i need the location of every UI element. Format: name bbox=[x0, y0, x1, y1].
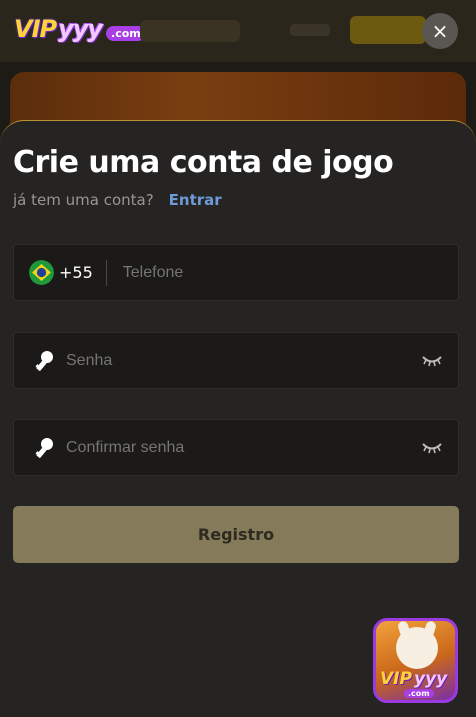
close-button[interactable]: × bbox=[422, 13, 458, 49]
password-input[interactable] bbox=[64, 350, 275, 371]
register-button[interactable]: Registro bbox=[13, 506, 459, 563]
login-prompt-row: já tem uma conta? Entrar bbox=[13, 191, 222, 209]
field-divider bbox=[105, 259, 107, 286]
site-logo: VIP yyy .com bbox=[14, 14, 146, 44]
phone-input[interactable] bbox=[120, 262, 332, 283]
key-icon bbox=[33, 350, 55, 372]
eye-closed-icon[interactable] bbox=[422, 353, 442, 367]
key-icon bbox=[33, 437, 55, 459]
app-icon-vip-text: VIP bbox=[380, 669, 412, 689]
phone-field[interactable]: +55 bbox=[13, 244, 459, 301]
app-icon-com-badge: .com bbox=[404, 689, 434, 698]
logo-vip-text: VIP bbox=[14, 15, 57, 43]
app-icon-yyy-text: yyy bbox=[414, 669, 448, 689]
app-download-icon[interactable]: VIP yyy .com bbox=[373, 618, 458, 703]
background-blur-element bbox=[140, 20, 240, 42]
background-blur-element bbox=[290, 24, 330, 36]
brazil-flag-icon[interactable] bbox=[29, 260, 54, 285]
confirm-password-field[interactable] bbox=[13, 419, 459, 476]
confirm-password-input[interactable] bbox=[64, 437, 275, 458]
country-code[interactable]: +55 bbox=[59, 263, 93, 282]
login-link[interactable]: Entrar bbox=[169, 191, 222, 209]
password-field[interactable] bbox=[13, 332, 459, 389]
login-prompt-text: já tem uma conta? bbox=[13, 191, 154, 209]
eye-closed-icon[interactable] bbox=[422, 440, 442, 454]
background-blur-element bbox=[350, 16, 426, 44]
close-icon: × bbox=[431, 19, 449, 43]
modal-title: Crie uma conta de jogo bbox=[13, 145, 394, 180]
logo-yyy-text: yyy bbox=[58, 15, 103, 43]
rabbit-mascot-icon bbox=[396, 627, 438, 669]
